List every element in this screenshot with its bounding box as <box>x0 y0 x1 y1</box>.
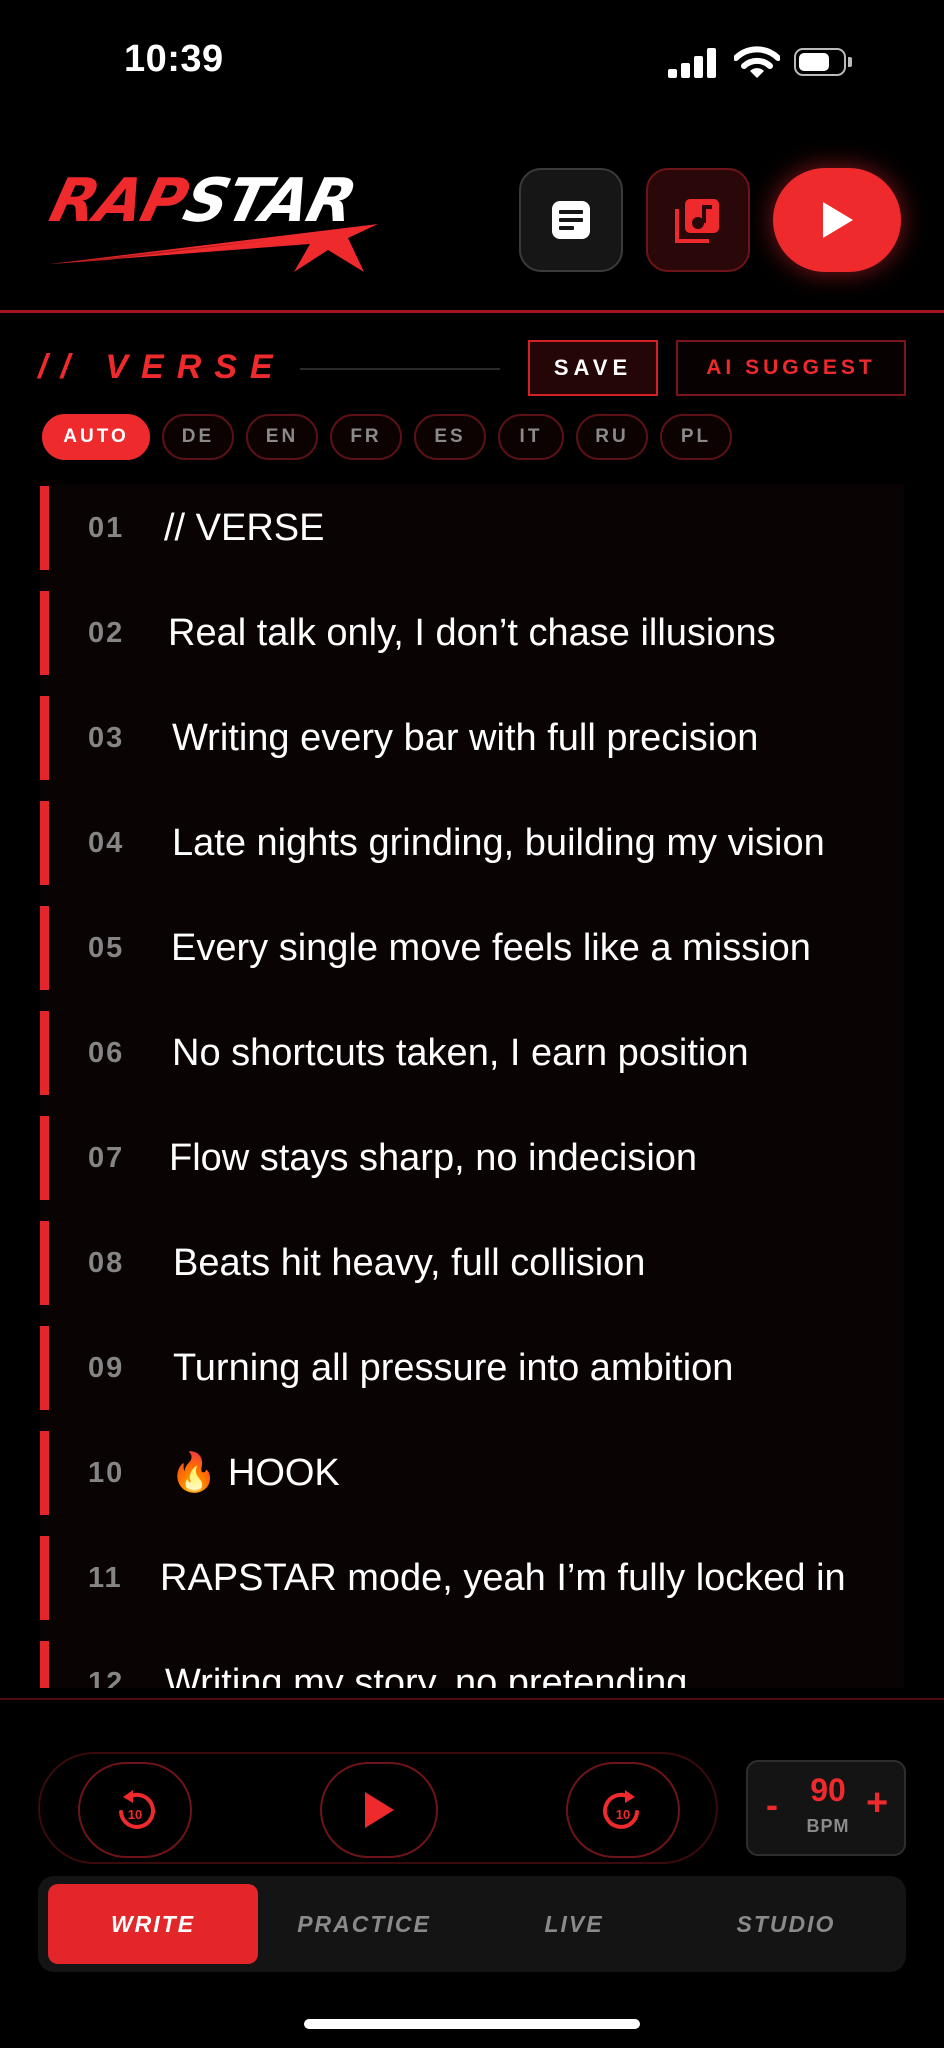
line-text[interactable]: No shortcuts taken, I earn position <box>172 1009 749 1097</box>
music-library-icon <box>675 199 719 243</box>
bpm-decrease-button[interactable]: - <box>766 1784 778 1826</box>
line-marker <box>40 1326 49 1410</box>
play-icon <box>823 202 853 238</box>
line-marker <box>40 591 49 675</box>
playback-controls: 10 10 <box>38 1752 718 1864</box>
line-number: 01 <box>88 511 125 544</box>
line-number: 12 <box>88 1666 125 1689</box>
line-marker <box>40 906 49 990</box>
status-time: 10:39 <box>124 38 224 80</box>
lyric-line[interactable]: 11 RAPSTAR mode, yeah I’m fully locked i… <box>40 1534 904 1639</box>
tab-studio[interactable]: STUDIO <box>686 1884 886 1964</box>
lang-en[interactable]: EN <box>246 414 318 460</box>
line-marker <box>40 1536 49 1620</box>
line-text[interactable]: RAPSTAR mode, yeah I’m fully locked in <box>160 1534 846 1622</box>
line-marker <box>40 696 49 780</box>
cellular-signal-icon <box>668 48 720 78</box>
lyric-line[interactable]: 01 // VERSE <box>40 484 904 589</box>
line-number: 04 <box>88 826 125 859</box>
tab-practice[interactable]: PRACTICE <box>264 1884 464 1964</box>
lang-it[interactable]: IT <box>498 414 564 460</box>
line-marker <box>40 1641 49 1688</box>
lyric-line[interactable]: 04 Late nights grinding, building my vis… <box>40 799 904 904</box>
bottom-divider <box>0 1698 944 1700</box>
lang-pl[interactable]: PL <box>660 414 732 460</box>
rapstar-logo: RAPSTAR <box>43 160 428 280</box>
lyrics-editor[interactable]: 01 // VERSE 02 Real talk only, I don’t c… <box>40 484 904 1688</box>
line-marker <box>40 1011 49 1095</box>
lyric-line[interactable]: 12 Writing my story, no pretending <box>40 1639 904 1688</box>
line-number: 06 <box>88 1036 125 1069</box>
ai-suggest-button[interactable]: AI SUGGEST <box>676 340 906 396</box>
play-button[interactable] <box>320 1762 438 1858</box>
lang-ru[interactable]: RU <box>576 414 648 460</box>
tab-live[interactable]: LIVE <box>474 1884 674 1964</box>
line-text[interactable]: Beats hit heavy, full collision <box>173 1219 645 1307</box>
line-text[interactable]: Writing my story, no pretending <box>165 1639 687 1689</box>
lyric-line[interactable]: 02 Real talk only, I don’t chase illusio… <box>40 589 904 694</box>
wifi-icon <box>733 46 781 80</box>
document-icon <box>552 201 590 239</box>
lang-fr[interactable]: FR <box>330 414 402 460</box>
line-text[interactable]: 🔥 HOOK <box>170 1429 340 1517</box>
language-selector: AUTO DE EN FR ES IT RU PL <box>42 414 732 460</box>
line-marker <box>40 1221 49 1305</box>
line-text[interactable]: Writing every bar with full precision <box>172 694 758 782</box>
line-number: 05 <box>88 931 125 964</box>
skip-back-amount: 10 <box>128 1807 142 1822</box>
line-text[interactable]: Every single move feels like a mission <box>171 904 811 992</box>
line-number: 09 <box>88 1351 125 1384</box>
bpm-increase-button[interactable]: + <box>866 1782 888 1825</box>
lyric-line[interactable]: 08 Beats hit heavy, full collision <box>40 1219 904 1324</box>
forward-10-icon: 10 <box>603 1790 639 1829</box>
lyric-line[interactable]: 06 No shortcuts taken, I earn position <box>40 1009 904 1114</box>
lang-es[interactable]: ES <box>414 414 486 460</box>
header-divider <box>0 310 944 313</box>
line-number: 11 <box>88 1561 123 1594</box>
line-text[interactable]: Turning all pressure into ambition <box>173 1324 733 1412</box>
line-marker <box>40 801 49 885</box>
bpm-control: - 90 BPM + <box>746 1760 906 1856</box>
line-text[interactable]: // VERSE <box>164 484 325 572</box>
tab-write[interactable]: WRITE <box>48 1884 258 1964</box>
skip-back-button[interactable]: 10 <box>78 1762 192 1858</box>
notes-button[interactable] <box>519 168 623 272</box>
section-rule <box>300 368 500 370</box>
lyric-line[interactable]: 10 🔥 HOOK <box>40 1429 904 1534</box>
section-title: // VERSE <box>38 348 286 386</box>
header-play-button[interactable] <box>773 168 901 272</box>
lang-de[interactable]: DE <box>162 414 234 460</box>
line-marker <box>40 1116 49 1200</box>
lang-auto[interactable]: AUTO <box>42 414 150 460</box>
logo-star-text: STAR <box>176 166 363 236</box>
battery-icon <box>794 48 854 78</box>
line-text[interactable]: Late nights grinding, building my vision <box>172 799 825 887</box>
skip-forward-amount: 10 <box>616 1807 630 1822</box>
line-number: 03 <box>88 721 125 754</box>
music-library-button[interactable] <box>646 168 750 272</box>
lyric-line[interactable]: 07 Flow stays sharp, no indecision <box>40 1114 904 1219</box>
line-number: 02 <box>88 616 125 649</box>
line-number: 10 <box>88 1456 125 1489</box>
line-text[interactable]: Real talk only, I don’t chase illusions <box>168 589 776 677</box>
rewind-10-icon: 10 <box>119 1790 155 1829</box>
line-number: 08 <box>88 1246 125 1279</box>
save-button[interactable]: SAVE <box>528 340 658 396</box>
lyric-line[interactable]: 03 Writing every bar with full precision <box>40 694 904 799</box>
home-indicator[interactable] <box>304 2019 640 2029</box>
mode-tab-bar: WRITE PRACTICE LIVE STUDIO <box>38 1876 906 1972</box>
bpm-value: 90 <box>810 1772 846 1808</box>
bpm-unit: BPM <box>806 1816 850 1836</box>
lyric-line[interactable]: 05 Every single move feels like a missio… <box>40 904 904 1009</box>
lyric-line[interactable]: 09 Turning all pressure into ambition <box>40 1324 904 1429</box>
line-text[interactable]: Flow stays sharp, no indecision <box>169 1114 697 1202</box>
skip-forward-button[interactable]: 10 <box>566 1762 680 1858</box>
logo-rap-text: RAP <box>43 166 195 236</box>
line-number: 07 <box>88 1141 125 1174</box>
line-marker <box>40 1431 49 1515</box>
play-icon <box>365 1792 394 1828</box>
line-marker <box>40 486 49 570</box>
